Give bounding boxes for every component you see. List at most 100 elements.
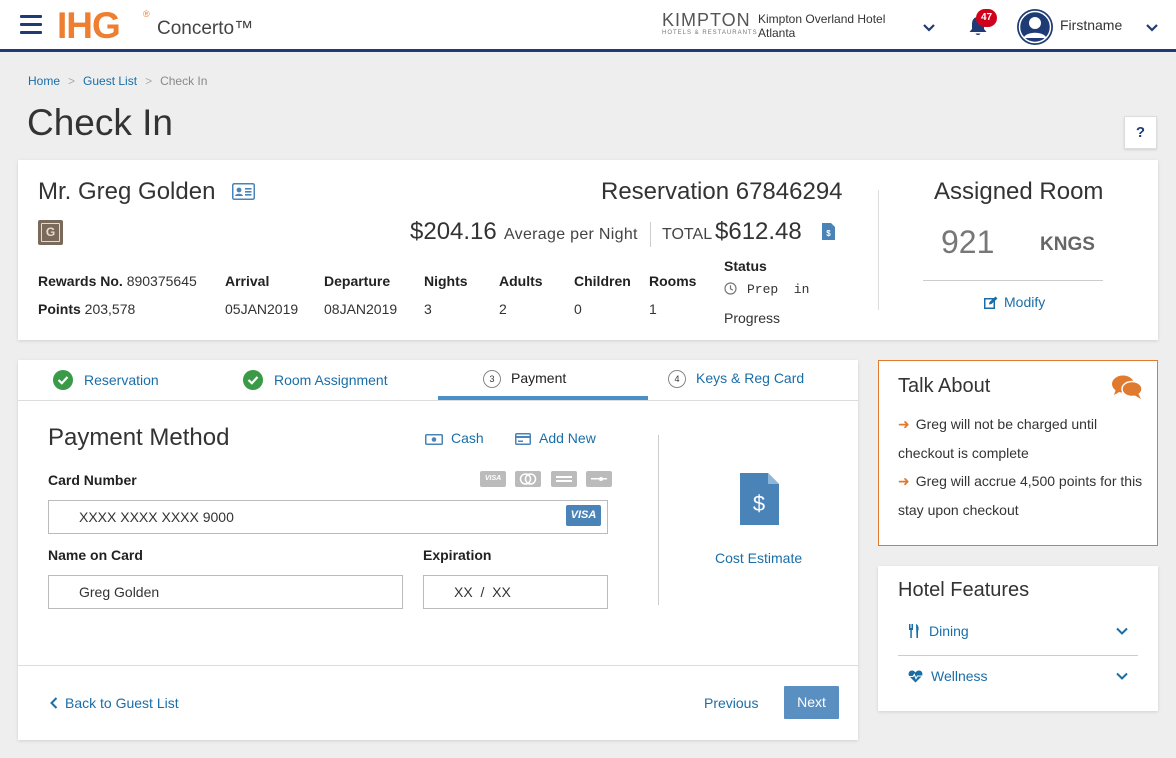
kimpton-wordmark: KIMPTON — [662, 10, 751, 30]
feature-wellness[interactable]: Wellness — [898, 658, 1138, 698]
children-label: Children — [574, 273, 631, 289]
step-number: 3 — [483, 370, 501, 388]
step-label: Keys & Reg Card — [696, 370, 805, 386]
breadcrumb-home[interactable]: Home — [28, 74, 60, 88]
breadcrumb: Home > Guest List > Check In — [28, 74, 208, 88]
check-circle-icon — [53, 370, 73, 390]
talk-about-title: Talk About — [898, 375, 991, 397]
points-label: Points — [38, 301, 81, 317]
total-price: $612.48 — [715, 218, 802, 245]
talk-item: ➜ Greg will not be charged until checkout… — [898, 410, 1143, 468]
feature-label: Wellness — [931, 668, 988, 684]
adults-value: 2 — [499, 301, 507, 317]
total-label: TOTAL — [662, 226, 713, 243]
clock-icon — [724, 282, 737, 295]
back-label: Back to Guest List — [65, 695, 179, 711]
step-reservation[interactable]: Reservation — [53, 370, 159, 390]
amex-icon — [550, 471, 577, 487]
next-button[interactable]: Next — [784, 686, 839, 719]
step-payment[interactable]: 3 Payment — [483, 370, 566, 388]
registered-mark: ® — [143, 9, 150, 19]
id-card-icon[interactable] — [232, 183, 255, 200]
avatar[interactable] — [1017, 9, 1053, 45]
notification-badge: 47 — [976, 9, 997, 27]
status-value: Prep in Progress — [724, 276, 834, 332]
rewards-number: Rewards No. 890375645 — [38, 273, 197, 289]
user-icon — [1018, 10, 1052, 44]
tier-badge: G — [38, 220, 63, 245]
talk-about-card: Talk About ➜ Greg will not be charged unt… — [878, 360, 1158, 546]
feature-label: Dining — [929, 623, 969, 639]
card-number-label: Card Number — [48, 472, 137, 488]
nights-label: Nights — [424, 273, 468, 289]
children-value: 0 — [574, 301, 582, 317]
name-on-card-label: Name on Card — [48, 547, 143, 563]
expiration-field[interactable]: XX / XX — [423, 575, 608, 609]
utensils-icon — [909, 624, 919, 638]
add-new-card-button[interactable]: Add New — [515, 430, 596, 446]
points-value: 203,578 — [84, 301, 136, 317]
svg-text:$: $ — [826, 229, 831, 238]
cost-estimate-icon[interactable]: $ — [740, 473, 779, 525]
chevron-down-icon[interactable] — [922, 20, 936, 34]
nights-value: 3 — [424, 301, 432, 317]
cash-button[interactable]: Cash — [425, 430, 484, 446]
adults-column: Adults 2 — [499, 273, 543, 317]
chat-bubbles-icon — [1112, 375, 1143, 399]
checkin-wizard-card: Reservation Room Assignment 3 Payment 4 Ke… — [18, 360, 858, 740]
help-button[interactable]: ? — [1124, 116, 1157, 149]
back-to-guest-list-link[interactable]: Back to Guest List — [50, 695, 179, 711]
status-label: Status — [724, 258, 767, 274]
name-on-card-field[interactable]: Greg Golden — [48, 575, 403, 609]
svg-text:$: $ — [753, 491, 765, 516]
status-line-2: Progress — [724, 310, 781, 326]
nights-column: Nights 3 — [424, 273, 468, 317]
status-line-1: Prep in — [747, 282, 810, 297]
step-label: Payment — [511, 370, 567, 386]
menu-icon[interactable] — [20, 15, 42, 34]
invoice-icon[interactable]: $ — [822, 223, 835, 240]
cost-estimate-link[interactable]: Cost Estimate — [715, 550, 802, 566]
talk-item-text: Greg will accrue 4,500 points for this s… — [898, 473, 1143, 518]
feature-dining[interactable]: Dining — [898, 613, 1138, 653]
product-name: Concerto™ — [157, 18, 254, 39]
visa-icon: VISA — [480, 471, 506, 487]
card-number-field[interactable]: XXXX XXXX XXXX 9000 — [48, 500, 608, 534]
average-price-label: Average per Night — [504, 226, 638, 243]
hotel-selector[interactable]: Kimpton Overland Hotel Atlanta — [758, 12, 908, 40]
rewards-value: 890375645 — [126, 273, 197, 289]
arrival-value: 05JAN2019 — [225, 301, 299, 317]
footer-divider — [18, 665, 858, 666]
previous-button[interactable]: Previous — [704, 695, 758, 711]
hotel-features-title: Hotel Features — [898, 579, 1030, 601]
chevron-down-icon — [1116, 672, 1128, 680]
departure-value: 08JAN2019 — [324, 301, 398, 317]
user-name[interactable]: Firstname — [1060, 17, 1122, 33]
kimpton-logo: KIMPTON HOTELS & RESTAURANTS — [662, 11, 758, 36]
arrow-right-icon: ➜ — [898, 473, 910, 489]
breadcrumb-guest-list[interactable]: Guest List — [83, 74, 137, 88]
step-label: Room Assignment — [274, 372, 388, 388]
talk-item: ➜ Greg will accrue 4,500 points for this … — [898, 467, 1143, 525]
chevron-down-icon[interactable] — [1145, 20, 1159, 34]
assigned-room-title: Assigned Room — [934, 178, 1104, 205]
add-new-label: Add New — [539, 430, 596, 446]
arrival-column: Arrival 05JAN2019 — [225, 273, 298, 317]
mastercard-icon — [515, 471, 542, 487]
rewards-label: Rewards No. — [38, 273, 123, 289]
card-divider — [878, 190, 879, 310]
guest-name: Mr. Greg Golden — [38, 178, 216, 205]
wizard-steps: Reservation Room Assignment 3 Payment 4 Ke… — [18, 360, 858, 401]
step-keys-reg-card[interactable]: 4 Keys & Reg Card — [668, 370, 804, 388]
room-type: KNGS — [1040, 234, 1095, 255]
modify-room-button[interactable]: Modify — [984, 294, 1045, 310]
check-circle-icon — [243, 370, 263, 390]
kimpton-subtitle: HOTELS & RESTAURANTS — [662, 30, 758, 36]
heartbeat-icon — [908, 670, 923, 683]
talk-item-text: Greg will not be charged until checkout … — [898, 416, 1098, 461]
visa-brand-icon: VISA — [566, 505, 601, 526]
payment-divider — [658, 435, 659, 605]
modify-label: Modify — [1004, 294, 1046, 310]
step-room-assignment[interactable]: Room Assignment — [243, 370, 388, 390]
credit-card-icon — [515, 433, 531, 445]
